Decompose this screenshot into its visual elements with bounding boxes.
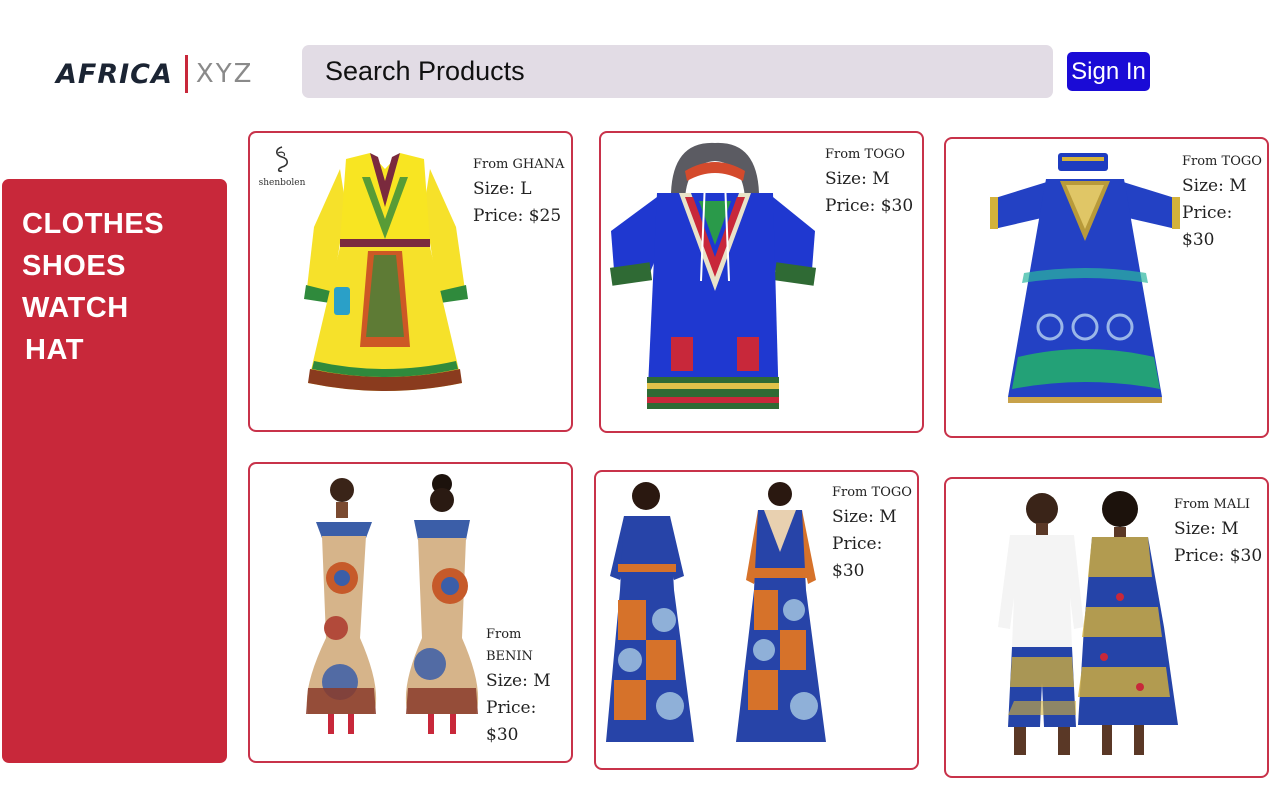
category-shoes[interactable]: SHOES: [22, 245, 227, 287]
category-hat[interactable]: HAT: [22, 329, 227, 371]
category-watch[interactable]: WATCH: [22, 287, 227, 329]
search-input[interactable]: [302, 45, 1053, 98]
product-price: Price: $30: [825, 196, 914, 216]
product-size: Size: L: [473, 179, 532, 199]
product-origin: From TOGO: [825, 147, 905, 162]
product-origin: From TOGO: [832, 485, 912, 500]
store-page: AFRICA XYZ Sign In CLOTHES SHOES WATCH H…: [0, 0, 1280, 800]
couple-matching-outfit-image: [998, 491, 1178, 755]
mermaid-print-dress-image: [306, 474, 479, 734]
wrap-maxi-dress-image: [606, 482, 826, 742]
product-info: From TOGO Size: M Price: $30: [825, 144, 913, 220]
product-origin: From BENIN: [486, 627, 533, 664]
product-origin: From MALI: [1174, 497, 1250, 512]
product-price: Price: $30: [486, 698, 537, 745]
product-card-6[interactable]: From MALI Size: M Price: $30: [944, 477, 1269, 778]
product-origin: From GHANA: [473, 157, 565, 172]
product-price: Price: $30: [1182, 203, 1233, 250]
product-price: Price: $30: [1174, 546, 1263, 566]
brand-swirl-icon: [275, 146, 289, 172]
product-price: Price: $25: [473, 206, 562, 226]
logo-main-text: AFRICA: [56, 58, 173, 90]
product-info: From BENIN Size: M Price: $30: [486, 624, 571, 749]
site-logo[interactable]: AFRICA XYZ: [56, 54, 253, 94]
sign-in-button[interactable]: Sign In: [1067, 52, 1150, 91]
product-card-3[interactable]: From TOGO Size: M Price: $30: [944, 137, 1269, 438]
logo-sub-text: XYZ: [195, 59, 254, 89]
product-size: Size: M: [1174, 519, 1239, 539]
product-origin: From TOGO: [1182, 154, 1262, 169]
category-clothes[interactable]: CLOTHES: [22, 203, 227, 245]
product-price: Price: $30: [832, 534, 883, 581]
product-info: From TOGO Size: M Price: $30: [1182, 151, 1267, 254]
product-size: Size: M: [486, 671, 551, 691]
blue-embroidered-robe-image: [990, 153, 1180, 403]
product-card-1[interactable]: shenbolen From GHANA Size: L Price: $25: [248, 131, 573, 432]
product-card-2[interactable]: From TOGO Size: M Price: $30: [599, 131, 924, 433]
product-size: Size: M: [832, 507, 897, 527]
product-size: Size: M: [825, 169, 890, 189]
logo-divider: [184, 55, 188, 93]
product-info: From MALI Size: M Price: $30: [1174, 494, 1262, 570]
product-info: From GHANA Size: L Price: $25: [473, 154, 564, 230]
product-card-5[interactable]: From TOGO Size: M Price: $30: [594, 470, 919, 770]
blue-hooded-dashiki-shirt-image: [609, 142, 817, 409]
yellow-dashiki-dress-image: [304, 153, 468, 391]
product-card-4[interactable]: From BENIN Size: M Price: $30: [248, 462, 573, 763]
category-sidebar: CLOTHES SHOES WATCH HAT: [2, 179, 227, 763]
product-info: From TOGO Size: M Price: $30: [832, 482, 917, 585]
product-size: Size: M: [1182, 176, 1247, 196]
